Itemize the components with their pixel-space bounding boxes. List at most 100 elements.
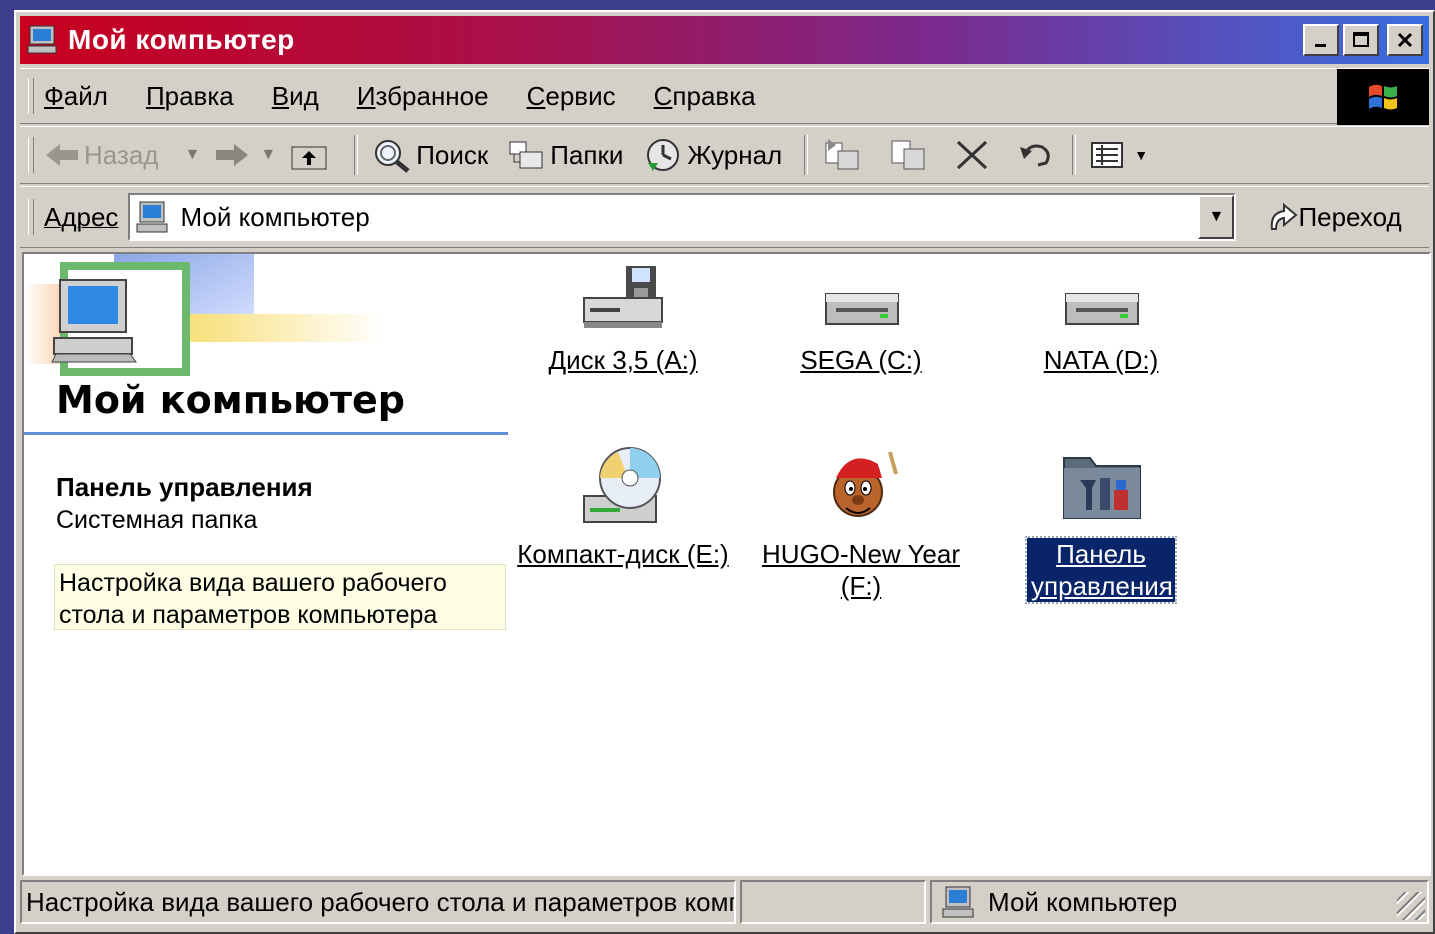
hard-drive-icon (825, 293, 899, 325)
menu-edit[interactable]: Правка (146, 81, 234, 112)
address-dropdown-button[interactable]: ▼ (1198, 195, 1235, 239)
menu-grip[interactable] (28, 78, 34, 114)
address-label: Адрес (44, 201, 119, 232)
address-value: Мой компьютер (180, 201, 370, 232)
folder-view[interactable]: Мой компьютер Панель управления Системна… (22, 252, 1431, 876)
drive-c-label: SEGA (C:) (800, 345, 922, 375)
control-panel[interactable]: Панель управления (986, 444, 1216, 604)
my-computer-small-icon (136, 201, 168, 233)
chevron-down-icon: ▼ (1208, 208, 1225, 225)
menu-edit-accel: П (145, 80, 165, 111)
back-button[interactable]: Назад (44, 140, 159, 171)
drive-a[interactable]: Диск 3,5 (A:) (508, 264, 738, 376)
back-dropdown-icon[interactable]: ▼ (185, 146, 201, 164)
status-bar: Настройка вида вашего рабочего стола и п… (20, 880, 1429, 926)
menu-favorites[interactable]: Избранное (357, 81, 489, 112)
address-grip[interactable] (28, 199, 34, 235)
toolbar-separator-2 (804, 135, 809, 175)
hugo-cd-icon (833, 451, 898, 517)
drive-f-label: HUGO-New Year (F:) (762, 539, 960, 601)
menu-view-accel: В (271, 80, 290, 111)
resize-grip-icon[interactable] (1397, 892, 1425, 920)
menu-help-accel: С (653, 80, 673, 111)
search-label: Поиск (416, 139, 489, 170)
explorer-window: Мой компьютер Файл Правка Вид Избранное … (14, 10, 1435, 934)
menu-bar: Файл Правка Вид Избранное Сервис Справка (20, 68, 1429, 125)
control-panel-label: Панель управления (1025, 536, 1177, 604)
back-label: Назад (84, 139, 159, 170)
cd-drive-icon (583, 447, 661, 523)
windows-logo (1337, 69, 1429, 125)
window-title: Мой компьютер (68, 24, 295, 55)
delete-icon (957, 140, 988, 170)
forward-button[interactable] (214, 141, 254, 169)
close-icon (1397, 32, 1413, 48)
folders-label: Папки (550, 139, 624, 170)
search-icon (375, 140, 410, 173)
menu-view[interactable]: Вид (272, 81, 319, 112)
minimize-button[interactable] (1303, 24, 1339, 56)
drive-f[interactable]: HUGO-New Year (F:) (746, 444, 976, 602)
drive-c[interactable]: SEGA (C:) (746, 264, 976, 376)
menu-tools[interactable]: Сервис (527, 81, 616, 112)
status-location: Мой компьютер (930, 880, 1429, 924)
status-empty-pane (740, 880, 926, 924)
hard-drive-icon-2 (1065, 293, 1139, 325)
copy-to-icon (891, 140, 925, 170)
folders-icon (509, 141, 543, 169)
back-arrow-icon (46, 144, 78, 166)
search-button[interactable]: Поиск (372, 137, 488, 173)
panel-divider (24, 432, 508, 435)
forward-arrow-icon (216, 144, 249, 166)
status-text: Настройка вида вашего рабочего стола и п… (20, 880, 736, 924)
menu-view-label: ид (289, 80, 319, 111)
up-folder-icon (291, 146, 327, 170)
copy-to-button[interactable] (888, 137, 932, 173)
views-icon (1091, 142, 1124, 168)
address-input[interactable]: Мой компьютер ▼ (128, 193, 1237, 241)
undo-icon (1020, 144, 1050, 167)
menu-favorites-label: збранное (375, 80, 489, 111)
views-button[interactable]: ▼ (1090, 139, 1148, 171)
minimize-icon (1315, 44, 1326, 47)
menu-file-label: айл (63, 80, 108, 111)
history-button[interactable]: Журнал (643, 137, 782, 173)
go-label: Переход (1298, 201, 1402, 232)
toolbar-grip[interactable] (28, 137, 34, 173)
my-computer-icon (27, 25, 57, 54)
selected-item-description: Настройка вида вашего рабочего стола и п… (54, 564, 506, 630)
move-to-button[interactable] (822, 137, 866, 173)
drive-d-label: NATA (D:) (1043, 345, 1159, 375)
up-folder-button[interactable] (290, 139, 332, 171)
maximize-icon (1353, 32, 1369, 47)
forward-dropdown-icon[interactable]: ▼ (260, 146, 276, 164)
delete-button[interactable] (954, 138, 994, 172)
my-computer-status-icon (942, 886, 974, 918)
drive-d[interactable]: NATA (D:) (986, 264, 1216, 376)
title-bar[interactable]: Мой компьютер (20, 16, 1429, 64)
maximize-button[interactable] (1343, 24, 1379, 56)
menu-favorites-accel: И (356, 80, 376, 111)
selected-item-type: Системная папка (56, 506, 258, 534)
drive-a-label: Диск 3,5 (A:) (548, 345, 698, 375)
go-arrow-icon (1271, 202, 1298, 230)
menu-help[interactable]: Справка (654, 81, 756, 112)
menu-edit-label: равка (164, 80, 234, 111)
selected-item-name: Панель управления (56, 472, 313, 502)
history-icon (647, 139, 680, 171)
drive-e-label: Компакт-диск (E:) (517, 539, 729, 569)
menu-tools-accel: С (526, 80, 546, 111)
views-dropdown-icon[interactable]: ▼ (1134, 147, 1148, 163)
undo-button[interactable] (1016, 139, 1060, 171)
status-location-label: Мой компьютер (988, 886, 1178, 917)
floppy-drive-icon (583, 266, 663, 328)
close-button[interactable] (1387, 24, 1423, 56)
folders-button[interactable]: Папки (508, 138, 623, 172)
go-button[interactable]: Переход (1264, 201, 1402, 233)
history-label: Журнал (687, 139, 783, 170)
move-to-icon (825, 139, 859, 170)
drive-e[interactable]: Компакт-диск (E:) (508, 444, 738, 570)
standard-toolbar: Назад ▼ ▼ Поиск Папки Журнал ▼ (20, 126, 1429, 184)
menu-file-accel: Ф (44, 80, 64, 111)
menu-file[interactable]: Файл (44, 81, 108, 112)
